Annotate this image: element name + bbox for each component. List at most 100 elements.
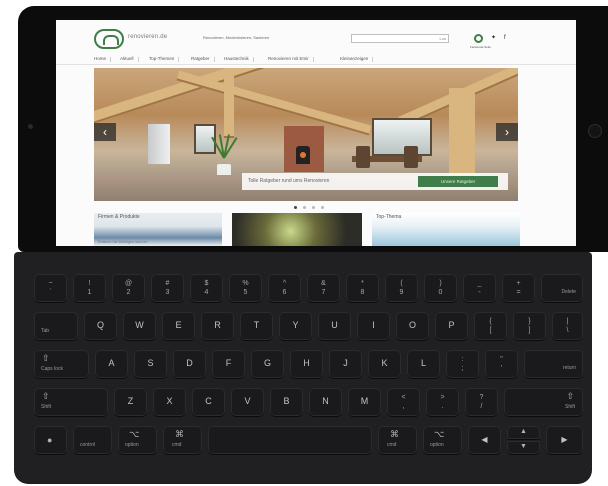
key-n[interactable]: N [309,388,342,416]
key-v[interactable]: V [231,388,264,416]
nav-item-renovieren-mit-emir[interactable]: Renovieren mit Emir [268,56,314,62]
key-arrow-up[interactable]: ▲ [507,426,540,439]
key-p[interactable]: P [435,312,468,340]
key-equals[interactable]: + = [502,274,535,302]
nav-item-ratgeber[interactable]: Ratgeber [191,56,214,62]
slider-dot[interactable] [303,206,306,209]
key-x[interactable]: X [153,388,186,416]
slider-dot[interactable] [312,206,315,209]
arrow-right-icon: ▶ [561,435,568,444]
key-space[interactable] [208,426,372,454]
key-caps-lock[interactable]: ⇧ Caps lock [34,350,89,378]
teaser-line: Erfahren Sie Wichtiges rund um [98,240,148,244]
key-f[interactable]: F [212,350,245,378]
nav-item-haustechnik[interactable]: Haustechnik [224,56,254,62]
hero-next-button[interactable]: › [496,123,518,141]
key-delete[interactable]: Delete [541,274,583,302]
hero-prev-button[interactable]: ‹ [94,123,116,141]
key-j[interactable]: J [329,350,362,378]
shift-icon: ⇧ [566,391,574,401]
facebook-icon[interactable]: f [504,34,506,43]
key-s[interactable]: S [134,350,167,378]
site-brand[interactable]: renovieren.de [128,34,167,40]
nav-item-top-themen[interactable]: Top-Themen [149,56,180,62]
key-arrow-down[interactable]: ▼ [507,441,540,454]
key-q[interactable]: Q [84,312,117,340]
key-cmd-left[interactable]: ⌘ cmd [163,426,202,454]
key-l[interactable]: L [407,350,440,378]
key-shift-left[interactable]: ⇧ Shift [34,388,108,416]
hero-slider[interactable]: ‹ › Tolle Ratgeber rund ums Renovieren U… [94,68,518,201]
key-left-bracket[interactable]: {[ [474,312,507,340]
key-e[interactable]: E [162,312,195,340]
nav-item-kleinanzeigen[interactable]: Kleinanzeigen [340,56,374,62]
key-t[interactable]: T [240,312,273,340]
key-z[interactable]: Z [114,388,147,416]
key-5[interactable]: % 5 [229,274,262,302]
key-7[interactable]: & 7 [307,274,340,302]
key-g[interactable]: G [251,350,284,378]
teaser-title: Top-Thema [376,214,402,220]
key-3[interactable]: #3 [151,274,184,302]
key-slash[interactable]: ? / [465,388,498,416]
renovieren-social-icon[interactable]: Facebook-Seite [470,34,491,49]
key-8[interactable]: * 8 [346,274,379,302]
twitter-icon[interactable]: ✦ [491,34,496,43]
key-a[interactable]: A [95,350,128,378]
key-arrow-left[interactable]: ◀ [468,426,501,454]
key-control[interactable]: control [73,426,112,454]
hero-cta-button[interactable]: Unsere Ratgeber [418,176,498,187]
key-d[interactable]: D [173,350,206,378]
teaser-firmen-produkte[interactable]: Firmen & Produkte Erfahren Sie Wichtiges… [94,213,222,246]
key-2[interactable]: @2 [112,274,145,302]
stove [296,146,310,164]
search-input[interactable]: Los [351,34,449,43]
key-w[interactable]: W [123,312,156,340]
key-comma[interactable]: <, [387,388,420,416]
key-option-left[interactable]: ⌥ option [118,426,157,454]
key-backslash[interactable]: | \ [552,312,583,340]
key-o[interactable]: O [396,312,429,340]
slider-dot[interactable] [321,206,324,209]
key-cmd-right[interactable]: ⌘ cmd [378,426,417,454]
arrow-up-icon: ▲ [520,428,527,435]
key-r[interactable]: R [201,312,234,340]
key-period[interactable]: >. [426,388,459,416]
search-button[interactable]: Los [440,36,446,41]
key-quote[interactable]: " ' [485,350,518,378]
key-option-right[interactable]: ⌥ option [423,426,462,454]
key-y[interactable]: Y [279,312,312,340]
teaser-top-thema[interactable]: Top-Thema [372,213,520,246]
key-b[interactable]: B [270,388,303,416]
nav-item-home[interactable]: Home [94,56,112,62]
teaser-bathroom[interactable] [232,213,362,246]
key-4[interactable]: $4 [190,274,223,302]
key-i[interactable]: I [357,312,390,340]
key-globe[interactable]: ● [34,426,67,454]
key-6[interactable]: ^ 6 [268,274,301,302]
key-u[interactable]: U [318,312,351,340]
key-tab[interactable]: Tab [34,312,78,340]
command-icon: ⌘ [390,429,399,439]
slider-dot[interactable] [294,206,297,209]
key-k[interactable]: K [368,350,401,378]
arrow-down-icon: ▼ [520,443,527,450]
key-minus[interactable]: _ - [463,274,496,302]
key-m[interactable]: M [348,388,381,416]
key-1[interactable]: ! 1 [73,274,106,302]
key-arrow-right[interactable]: ▶ [546,426,583,454]
key-backtick[interactable]: ~ ` [34,274,67,302]
key-right-bracket[interactable]: }] [513,312,546,340]
key-9[interactable]: (9 [385,274,418,302]
key-c[interactable]: C [192,388,225,416]
key-h[interactable]: H [290,350,323,378]
key-semicolon[interactable]: :; [446,350,479,378]
renovieren-logo-icon[interactable] [94,29,124,49]
nav-item-aktuell[interactable]: Aktuell [120,56,138,62]
key-shift-right[interactable]: ⇧ Shift [504,388,583,416]
key-0[interactable]: ) 0 [424,274,457,302]
site-tagline: Renovieren, Modernisieren, Sanieren [203,35,270,40]
home-button[interactable] [588,124,602,138]
chair [356,146,370,168]
key-return[interactable]: return [524,350,583,378]
